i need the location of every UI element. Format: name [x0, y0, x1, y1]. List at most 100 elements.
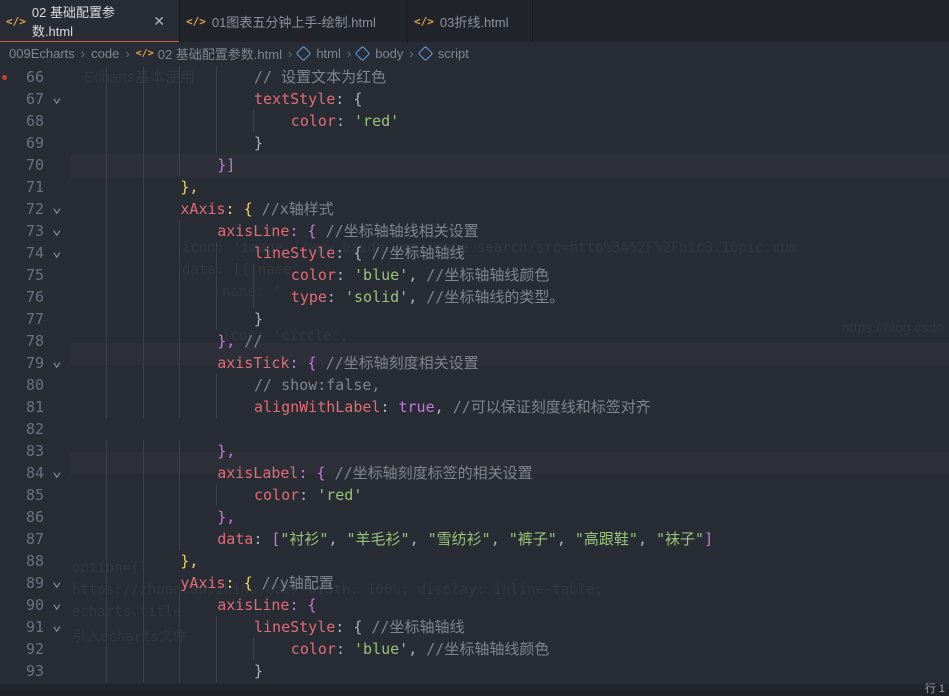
breadcrumb-item[interactable]: body › [354, 45, 416, 61]
tab-0[interactable]: </> 02 基础配置参数.html ✕ [0, 0, 180, 43]
line-number: 78 [25, 332, 44, 350]
fold-chevron-icon[interactable]: ⌄ [52, 198, 64, 216]
line-number: 70 [25, 156, 44, 174]
code-token: , [408, 288, 427, 306]
fold-chevron-icon[interactable]: ⌄ [52, 616, 64, 634]
line-number: 80 [25, 376, 44, 394]
indent-guide [179, 88, 181, 110]
indent-guide [179, 638, 181, 660]
fold-chevron-icon[interactable]: ⌄ [52, 88, 64, 106]
chevron-right-icon: › [346, 45, 352, 61]
code-line[interactable]: 91 ⌄ lineStyle: { //坐标轴轴线 [0, 616, 949, 638]
code-editor[interactable]: Echarts基本使用 icon: 'image://www.baidu.com… [0, 64, 949, 690]
breadcrumb-item[interactable]: script [417, 45, 469, 61]
indent-guide [253, 638, 254, 660]
code-line[interactable]: 84 ⌄ axisLabel: { //坐标轴刻度标签的相关设置 [0, 462, 949, 484]
chevron-right-icon: › [287, 45, 293, 61]
code-token: : [335, 266, 355, 284]
code-line[interactable]: 85 color: 'red' [0, 484, 949, 506]
code-line[interactable]: 83}, [0, 440, 949, 462]
code-line[interactable]: 89 ⌄ yAxis: { //y轴配置 [0, 572, 949, 594]
code-line[interactable]: 71}, [0, 176, 949, 198]
code-token: "雪纺衫" [427, 530, 491, 548]
code-token: , [434, 398, 453, 416]
indent-guide [216, 616, 218, 638]
indent-guide [142, 308, 144, 330]
code-line[interactable]: 86}, [0, 506, 949, 528]
indent-guide [142, 242, 144, 264]
fold-chevron-icon[interactable]: ⌄ [52, 462, 64, 480]
code-line[interactable]: 70}] [0, 154, 949, 176]
code-token: : { [225, 574, 262, 592]
code-line[interactable]: 72 ⌄ xAxis: { //x轴样式 [0, 198, 949, 220]
code-line[interactable]: 88}, [0, 550, 949, 572]
fold-chevron-icon[interactable]: ⌄ [52, 220, 64, 238]
code-line[interactable]: 80 // show:false, [0, 374, 949, 396]
indent-guide [142, 220, 144, 242]
indent-guide [105, 484, 107, 506]
code-token: : [335, 640, 355, 658]
code-line[interactable]: 90 ⌄ axisLine: { [0, 594, 949, 616]
indent-guide [105, 66, 107, 88]
indent-guide [216, 110, 218, 132]
tab-label: 01图表五分钟上手-绘制.html [211, 14, 376, 30]
breadcrumb-label: html [316, 45, 341, 61]
code-line[interactable]: 79 ⌄ axisTick: { //坐标轴刻度相关设置 [0, 352, 949, 374]
indent-guide [105, 308, 107, 330]
code-line[interactable]: 75 color: 'blue', //坐标轴轴线颜色 [0, 264, 949, 286]
indent-guide [105, 528, 107, 550]
code-token: : [335, 112, 355, 130]
code-line[interactable]: 92 color: 'blue', //坐标轴轴线颜色 [0, 638, 949, 660]
indent-guide [105, 220, 107, 242]
indent-guide [179, 286, 181, 308]
code-line[interactable]: 81 alignWithLabel: true, //可以保证刻度线和标签对齐 [0, 396, 949, 418]
code-text: lineStyle: { //坐标轴轴线 [254, 616, 464, 638]
code-token: }, [217, 508, 236, 526]
code-text: axisLabel: { //坐标轴刻度标签的相关设置 [217, 462, 532, 484]
code-line[interactable]: 76 type: 'solid', //坐标轴线的类型。 [0, 286, 949, 308]
line-number: 93 [25, 662, 44, 680]
tab-2[interactable]: </> 03折线.html [408, 0, 533, 42]
fold-chevron-icon[interactable]: ⌄ [52, 594, 64, 612]
code-line[interactable]: 74 ⌄ lineStyle: { //坐标轴轴线 [0, 242, 949, 264]
indent-guide [253, 110, 254, 132]
fold-chevron-icon[interactable]: ⌄ [52, 242, 64, 260]
breadcrumb-item[interactable]: code › [91, 46, 132, 61]
code-line[interactable]: 73 ⌄ axisLine: { //坐标轴轴线相关设置 [0, 220, 949, 242]
code-line[interactable]: 93} [0, 660, 949, 682]
indent-guide [142, 66, 144, 88]
indent-guide [105, 352, 107, 374]
code-line[interactable]: 82 [0, 418, 949, 440]
breadcrumb-item[interactable]: </> 02 基础配置参数.html › [136, 44, 295, 63]
code-line[interactable]: 67 ⌄ textStyle: { [0, 88, 949, 110]
status-bar: 行 1 [0, 683, 949, 695]
code-line[interactable]: 66 // 设置文本为红色 [0, 66, 949, 88]
breadcrumb-item[interactable]: 009Echarts › [9, 46, 87, 61]
indent-guide [105, 132, 107, 154]
indent-guide [179, 506, 181, 528]
code-line[interactable]: 68 color: 'red' [0, 110, 949, 132]
code-token: : { [289, 222, 326, 240]
fold-chevron-icon[interactable]: ⌄ [52, 352, 64, 370]
fold-chevron-icon[interactable]: ⌄ [52, 572, 64, 590]
code-token: : [253, 530, 272, 548]
chevron-right-icon: › [125, 45, 130, 61]
code-line[interactable]: 78}, // [0, 330, 949, 352]
breadcrumb-label: script [437, 45, 469, 61]
code-line[interactable]: 77} [0, 308, 949, 330]
breadcrumb: 009Echarts › code › </> 02 基础配置参数.html › html › b… [0, 42, 949, 64]
code-line[interactable]: 87 data: ["衬衫", "羊毛衫", "雪纺衫", "裤子", "高跟鞋"… [0, 528, 949, 550]
code-line[interactable]: 69} [0, 132, 949, 154]
code-text: }, [180, 550, 198, 572]
line-number: 87 [25, 530, 44, 548]
line-number: 67 [25, 90, 44, 108]
indent-guide [142, 374, 144, 396]
code-token: color [290, 266, 336, 284]
indent-guide [179, 66, 181, 88]
code-token: 'red' [317, 486, 363, 504]
code-text: }, [217, 506, 235, 528]
indent-guide [105, 594, 107, 616]
close-icon[interactable]: ✕ [153, 13, 165, 30]
breadcrumb-item[interactable]: html › [296, 45, 353, 61]
tab-1[interactable]: </> 01图表五分钟上手-绘制.html [180, 0, 408, 42]
